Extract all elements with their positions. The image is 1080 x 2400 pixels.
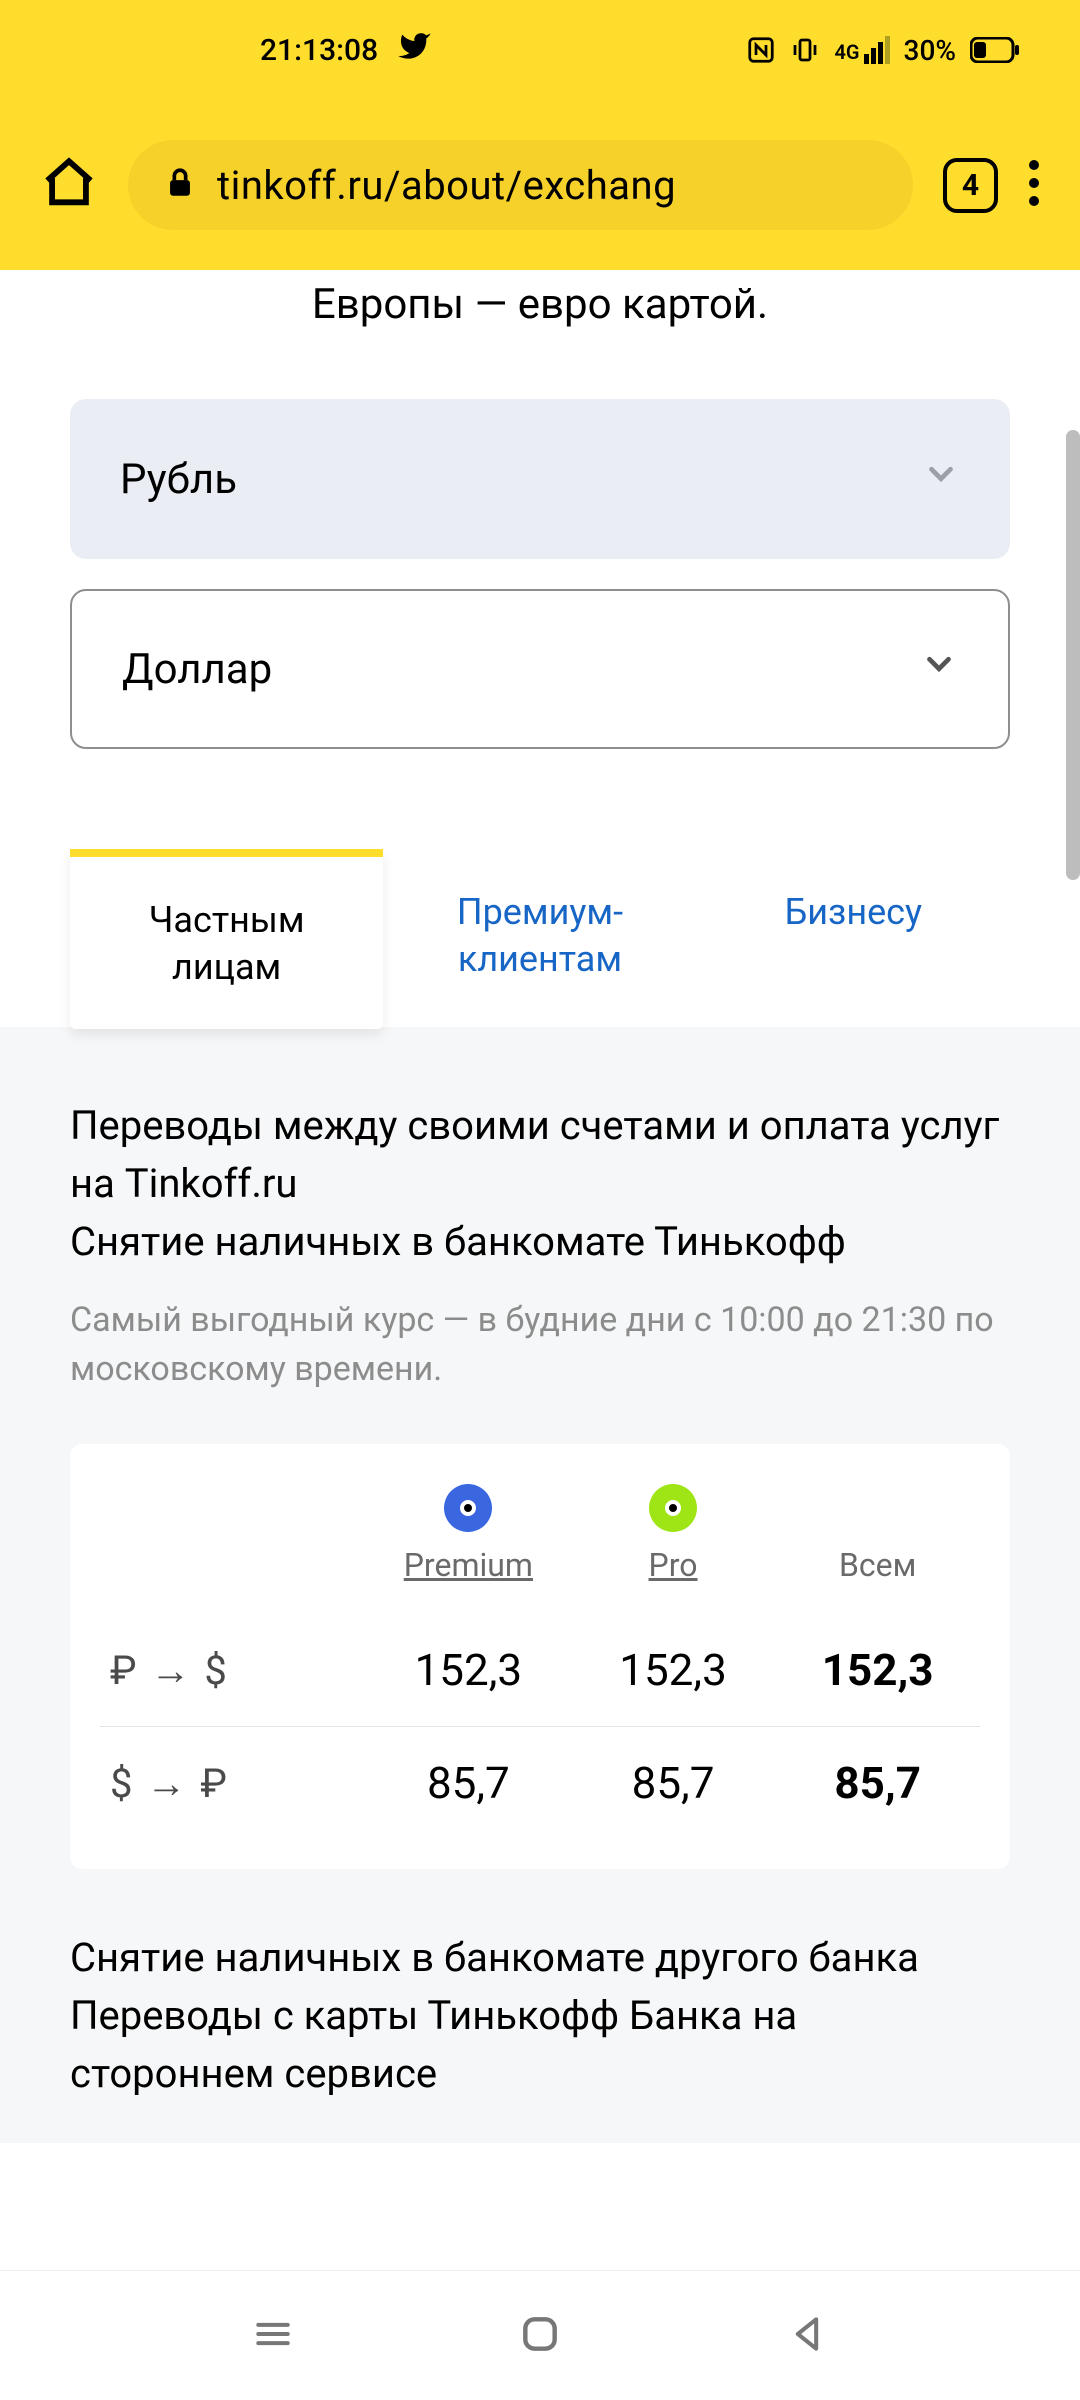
col-pro[interactable]: Pro xyxy=(571,1484,776,1584)
url-text: tinkoff.ru/about/exchang xyxy=(217,162,676,209)
tabs-button[interactable]: 4 xyxy=(943,158,998,213)
back-nav-icon[interactable] xyxy=(785,2312,829,2360)
vibrate-icon xyxy=(790,35,820,65)
lock-icon xyxy=(163,166,197,204)
network-icon: 4G xyxy=(834,36,889,64)
from-currency-label: Рубль xyxy=(120,455,237,504)
rate-row: ₽ → $ 152,3 152,3 152,3 xyxy=(100,1614,980,1726)
to-currency-select[interactable]: Доллар xyxy=(70,589,1010,749)
rate-value: 152,3 xyxy=(571,1644,776,1696)
chevron-down-icon xyxy=(920,645,958,694)
tab-individuals[interactable]: Частным лицам xyxy=(70,849,383,1029)
tab-premium[interactable]: Премиум- клиентам xyxy=(383,849,696,1027)
battery-percent: 30% xyxy=(904,34,956,67)
battery-icon xyxy=(970,37,1020,63)
col-premium[interactable]: Premium xyxy=(366,1484,571,1584)
panel-title: Переводы между своими счетами и оплата у… xyxy=(70,1097,1010,1271)
recent-apps-icon[interactable] xyxy=(251,2312,295,2360)
pro-dot-icon xyxy=(649,1484,697,1532)
panel-footer: Снятие наличных в банкомате другого банк… xyxy=(70,1929,1010,2103)
to-currency-label: Доллар xyxy=(122,645,272,694)
client-tabs: Частным лицам Премиум- клиентам Бизнесу xyxy=(0,849,1080,1027)
scrollbar[interactable] xyxy=(1066,430,1080,880)
browser-toolbar: tinkoff.ru/about/exchang 4 xyxy=(0,100,1080,270)
rate-value: 85,7 xyxy=(366,1757,571,1809)
pair-label: $ → ₽ xyxy=(100,1760,366,1807)
page-content: Европы — евро картой. Рубль Доллар Частн… xyxy=(0,270,1080,2143)
rate-value: 85,7 xyxy=(775,1757,980,1809)
status-time: 21:13:08 xyxy=(260,33,378,68)
pair-label: ₽ → $ xyxy=(100,1647,366,1694)
rate-value: 85,7 xyxy=(571,1757,776,1809)
menu-icon[interactable] xyxy=(1028,159,1040,211)
panel-subtitle: Самый выгодный курс — в будние дни с 10:… xyxy=(70,1296,1010,1395)
system-nav xyxy=(0,2270,1080,2400)
status-bar: 21:13:08 4G 30% xyxy=(0,0,1080,100)
nfc-icon xyxy=(746,35,776,65)
chevron-down-icon xyxy=(922,455,960,504)
col-all: Всем xyxy=(775,1484,980,1584)
home-icon[interactable] xyxy=(40,154,98,216)
rate-value: 152,3 xyxy=(366,1644,571,1696)
rates-panel: Переводы между своими счетами и оплата у… xyxy=(0,1027,1080,2144)
from-currency-select[interactable]: Рубль xyxy=(70,399,1010,559)
rate-table: Premium Pro Всем ₽ → $ 152,3 152,3 xyxy=(70,1444,1010,1869)
address-bar[interactable]: tinkoff.ru/about/exchang xyxy=(128,140,913,230)
rate-value: 152,3 xyxy=(775,1644,980,1696)
home-nav-icon[interactable] xyxy=(518,2312,562,2360)
intro-text: Европы — евро картой. xyxy=(0,270,1080,369)
tab-business[interactable]: Бизнесу xyxy=(697,849,1010,1027)
premium-dot-icon xyxy=(444,1484,492,1532)
twitter-icon xyxy=(398,29,432,71)
status-icons: 4G 30% xyxy=(746,34,1020,67)
rate-row: $ → ₽ 85,7 85,7 85,7 xyxy=(100,1726,980,1839)
